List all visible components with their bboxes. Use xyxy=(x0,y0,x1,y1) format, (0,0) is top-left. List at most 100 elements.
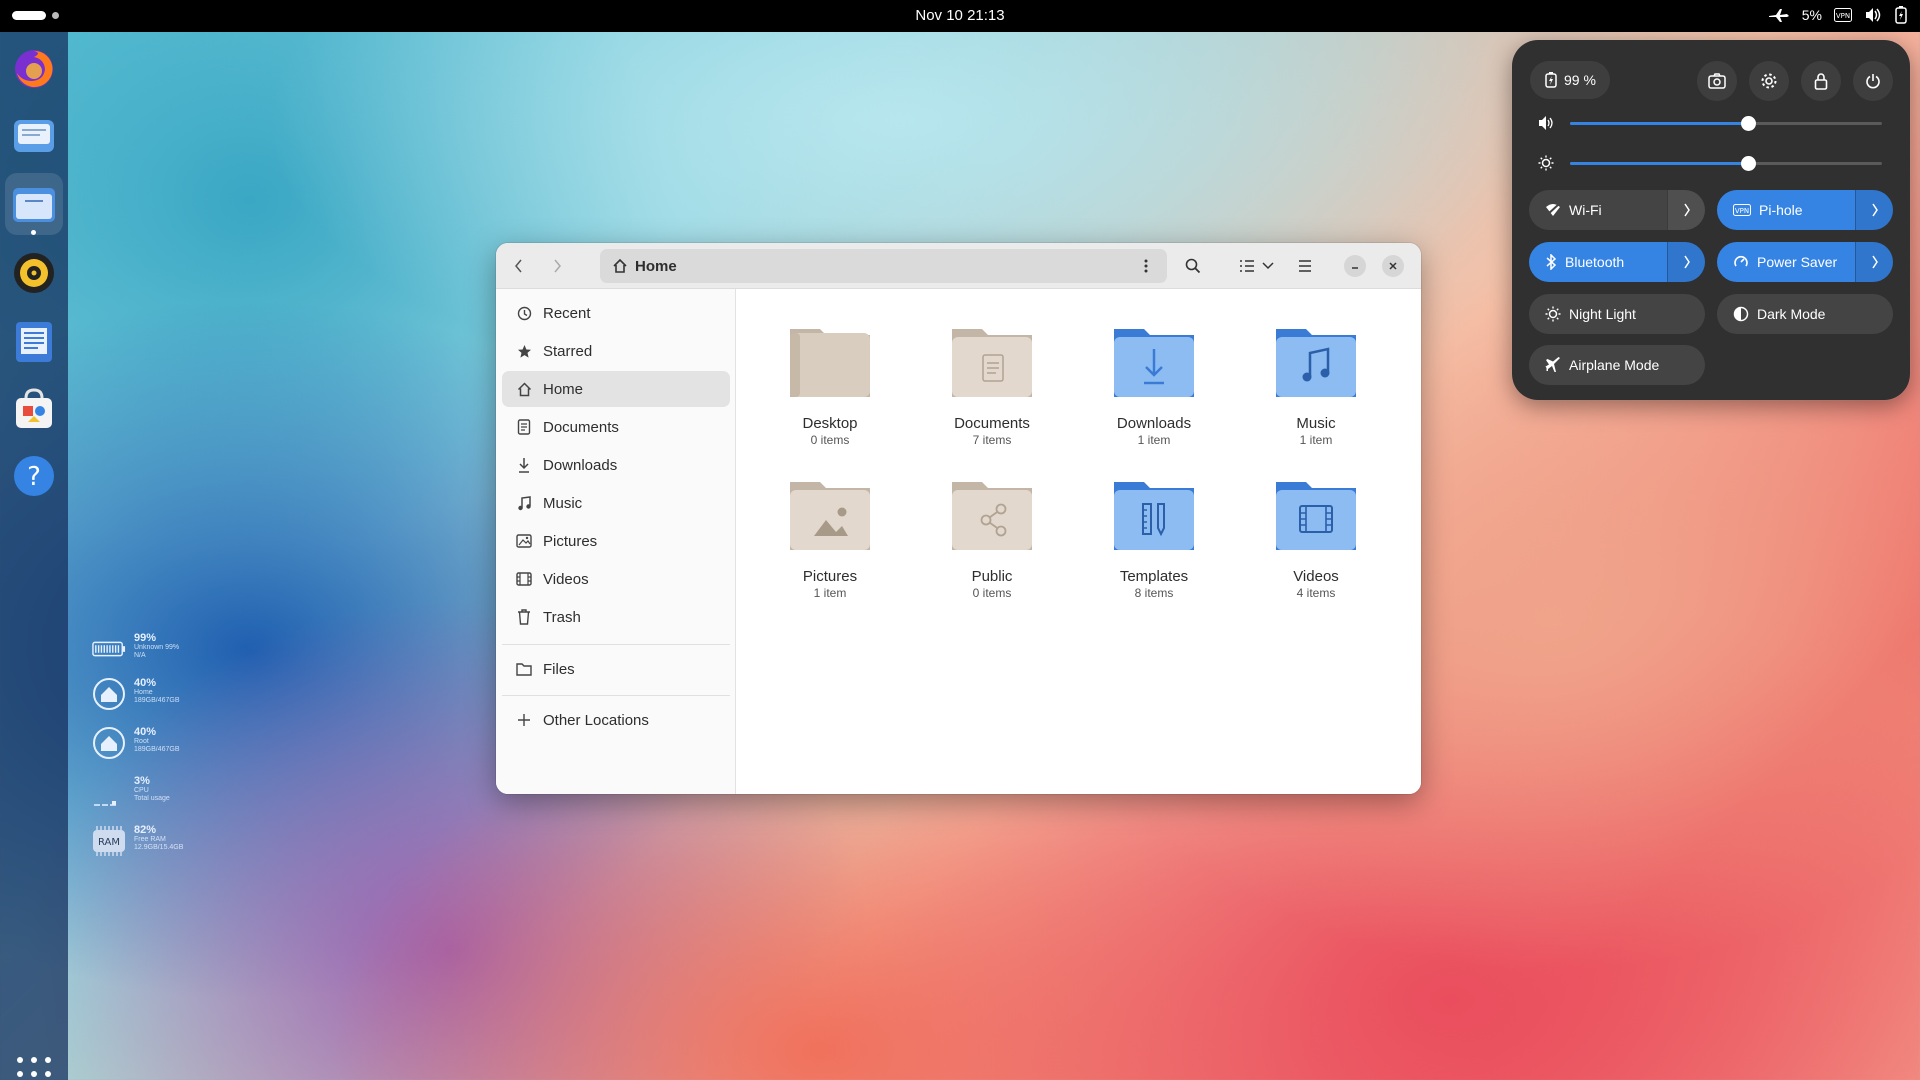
brightness-track[interactable] xyxy=(1570,156,1882,171)
minimize-icon xyxy=(1352,267,1358,269)
power-button[interactable] xyxy=(1853,61,1893,101)
bluetooth-menu-arrow[interactable] xyxy=(1667,242,1705,282)
bluetooth-toggle-main[interactable]: Bluetooth xyxy=(1529,242,1667,282)
battery-charging-icon xyxy=(1545,72,1557,88)
path-bar[interactable]: Home xyxy=(600,249,1167,283)
forward-button[interactable] xyxy=(542,251,572,281)
settings-button[interactable] xyxy=(1749,61,1789,101)
chevron-right-icon xyxy=(1683,255,1690,269)
sidebar-item-files[interactable]: Files xyxy=(502,651,730,687)
system-tray[interactable]: 5% VPN xyxy=(1768,6,1908,24)
star-icon xyxy=(516,343,532,359)
sidebar-item-label: Recent xyxy=(543,304,591,322)
help-icon[interactable]: ? xyxy=(10,452,58,500)
sidebar-item-music[interactable]: Music xyxy=(502,485,730,521)
sidebar-item-pictures[interactable]: Pictures xyxy=(502,523,730,559)
plus-icon xyxy=(516,712,532,728)
sidebar-item-videos[interactable]: Videos xyxy=(502,561,730,597)
close-icon xyxy=(1389,262,1397,270)
path-menu-button[interactable] xyxy=(1131,251,1161,281)
airplane-icon xyxy=(1768,7,1790,23)
brightness-knob[interactable] xyxy=(1740,156,1756,171)
sidebar-item-documents[interactable]: Documents xyxy=(502,409,730,445)
main-menu-button[interactable] xyxy=(1290,251,1320,281)
airplane-mode-toggle[interactable]: Airplane Mode xyxy=(1529,345,1705,385)
brightness-slider[interactable] xyxy=(1538,153,1890,173)
sidebar-item-home[interactable]: Home xyxy=(502,371,730,407)
volume-icon xyxy=(1864,7,1882,23)
folder-downloads[interactable]: Downloads 1 item xyxy=(1089,317,1219,457)
folder-videos[interactable]: Videos 4 items xyxy=(1251,470,1381,610)
night-light-toggle[interactable]: Night Light xyxy=(1529,294,1705,334)
clock[interactable]: Nov 10 21:13 xyxy=(915,7,1004,24)
folder-name: Templates xyxy=(1119,568,1189,585)
dark-mode-toggle[interactable]: Dark Mode xyxy=(1717,294,1893,334)
folder-pictures[interactable]: Pictures 1 item xyxy=(765,470,895,610)
folder-documents[interactable]: Documents 7 items xyxy=(927,317,1057,457)
firefox-icon[interactable] xyxy=(10,45,58,93)
battery-percent: 5% xyxy=(1801,7,1822,23)
show-apps-button[interactable] xyxy=(17,1057,51,1080)
music-folder-icon xyxy=(1272,325,1360,401)
wifi-menu-arrow[interactable] xyxy=(1667,190,1705,230)
rhythmbox-icon[interactable] xyxy=(10,249,58,297)
sidebar-item-recent[interactable]: Recent xyxy=(502,295,730,331)
sidebar-item-trash[interactable]: Trash xyxy=(502,599,730,635)
volume-knob[interactable] xyxy=(1740,116,1756,131)
wifi-toggle-main[interactable]: Wi-Fi xyxy=(1529,190,1667,230)
volume-icon xyxy=(1539,116,1553,130)
sidebar-item-label: Other Locations xyxy=(543,711,649,729)
sidebar-item-label: Videos xyxy=(543,570,589,588)
sidebar-item-downloads[interactable]: Downloads xyxy=(502,447,730,483)
sidebar-item-label: Home xyxy=(543,380,584,398)
pihole-toggle[interactable]: VPN Pi-hole xyxy=(1717,190,1893,230)
dark-mode-toggle-main[interactable]: Dark Mode xyxy=(1717,294,1893,334)
camera-icon xyxy=(1708,73,1726,89)
view-options-button[interactable] xyxy=(1258,251,1278,281)
mail-icon[interactable] xyxy=(10,112,58,160)
minimize-button[interactable] xyxy=(1344,255,1366,277)
pihole-toggle-main[interactable]: VPN Pi-hole xyxy=(1717,190,1855,230)
lock-button[interactable] xyxy=(1801,61,1841,101)
wifi-toggle[interactable]: Wi-Fi xyxy=(1529,190,1705,230)
workspace-indicator xyxy=(52,12,59,19)
folder-templates[interactable]: Templates 8 items xyxy=(1089,470,1219,610)
software-icon[interactable] xyxy=(10,384,58,432)
screenshot-button[interactable] xyxy=(1697,61,1737,101)
back-button[interactable] xyxy=(504,251,534,281)
folder-count: 1 item xyxy=(1137,433,1171,447)
folder-count: 4 items xyxy=(1296,586,1336,600)
airplane-mode-toggle-main[interactable]: Airplane Mode xyxy=(1529,345,1705,385)
search-button[interactable] xyxy=(1178,251,1208,281)
bluetooth-toggle[interactable]: Bluetooth xyxy=(1529,242,1705,282)
activities-button[interactable] xyxy=(12,11,59,20)
vpn-icon: VPN xyxy=(1834,8,1852,22)
folder-count: 7 items xyxy=(972,433,1012,447)
power-saver-toggle[interactable]: Power Saver xyxy=(1717,242,1893,282)
text-editor-icon[interactable] xyxy=(10,318,58,366)
dark-mode-icon xyxy=(1733,306,1749,322)
sidebar-item-label: Music xyxy=(543,494,583,512)
files-icon[interactable] xyxy=(5,173,63,235)
power-saver-toggle-main[interactable]: Power Saver xyxy=(1717,242,1855,282)
sidebar-item-starred[interactable]: Starred xyxy=(502,333,730,369)
sidebar-item-other-locations[interactable]: Other Locations xyxy=(502,702,730,738)
pihole-menu-arrow[interactable] xyxy=(1855,190,1893,230)
folder-music[interactable]: Music 1 item xyxy=(1251,317,1381,457)
volume-slider[interactable] xyxy=(1538,113,1890,133)
volume-track[interactable] xyxy=(1570,116,1882,131)
ram-icon: RAM xyxy=(92,824,126,858)
folder-name: Documents xyxy=(954,415,1030,432)
night-light-toggle-main[interactable]: Night Light xyxy=(1529,294,1705,334)
widget-detail: Total usage xyxy=(134,795,170,802)
folder-count: 8 items xyxy=(1134,586,1174,600)
folder-desktop[interactable]: Desktop 0 items xyxy=(765,317,895,457)
workspace-indicator-active xyxy=(12,11,46,20)
folder-public[interactable]: Public 0 items xyxy=(927,470,1057,610)
widget-label: Root xyxy=(134,738,149,745)
close-button[interactable] xyxy=(1382,255,1404,277)
gear-icon xyxy=(1761,73,1777,89)
power-saver-menu-arrow[interactable] xyxy=(1855,242,1893,282)
battery-status-button[interactable]: 99 % xyxy=(1530,61,1610,99)
widget-value: 40% xyxy=(134,726,157,738)
